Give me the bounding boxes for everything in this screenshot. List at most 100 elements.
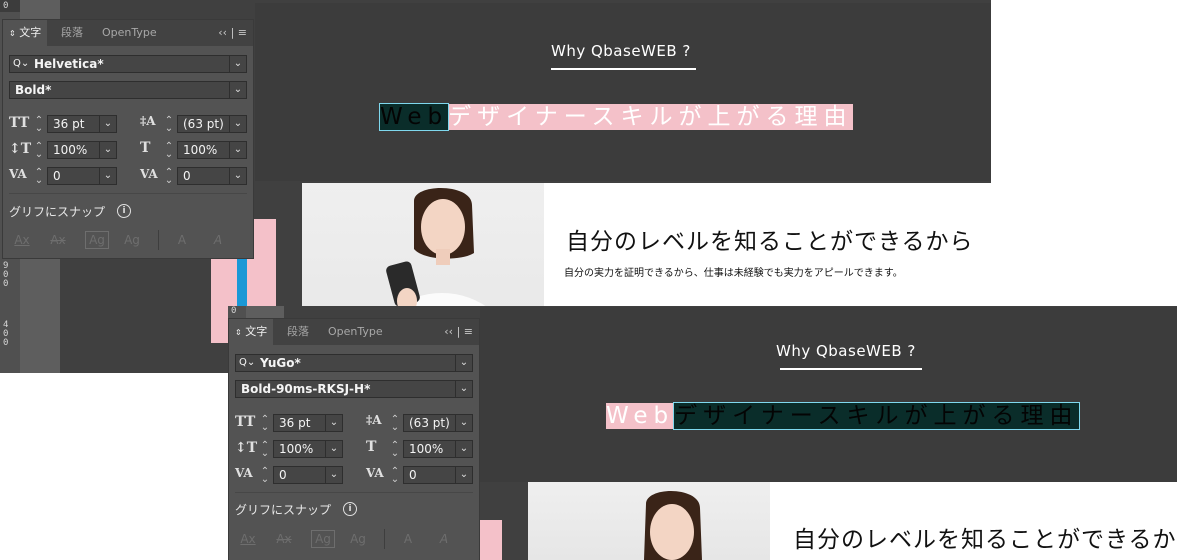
stepper-icon[interactable]: ⌃ ⌄	[390, 467, 400, 485]
tab-character-label: 文字	[245, 325, 268, 338]
artboard-header	[480, 307, 1177, 482]
snap-to-glyph-label: グリフにスナップ	[235, 503, 332, 517]
chevron-down-icon[interactable]: ⌄	[99, 142, 116, 158]
angular-guides-icon[interactable]: A	[171, 231, 193, 249]
chevron-down-icon[interactable]: ⌄	[455, 415, 472, 431]
chevron-down-icon[interactable]: ⌄	[325, 441, 342, 457]
font-family-value: Helvetica*	[34, 57, 104, 71]
divider	[9, 193, 247, 194]
font-style-field[interactable]: Bold-90ms-RKSJ-H* ⌄	[235, 380, 473, 398]
stepper-icon[interactable]: ⌃ ⌄	[260, 467, 270, 485]
angular-guides-icon[interactable]: A	[397, 530, 419, 548]
chevron-down-icon[interactable]: ⌄	[99, 168, 116, 184]
kerning-icon: VA	[9, 167, 27, 181]
stepper-icon[interactable]: ⌃ ⌄	[34, 116, 44, 134]
font-family-field[interactable]: Q⌄ Helvetica* ⌄	[9, 55, 247, 73]
stepper-icon[interactable]: ⌃ ⌄	[390, 441, 400, 459]
collapse-icon[interactable]: ‹‹	[218, 26, 227, 39]
tab-opentype[interactable]: OpenType	[328, 319, 383, 345]
chevron-down-icon[interactable]: ⌄	[455, 355, 472, 371]
level-description: 自分の実力を証明できるから、仕事は未経験でも実力をアピールできます。	[564, 268, 903, 279]
vertical-scale-field[interactable]: 100% ⌄	[273, 440, 343, 458]
vertical-scale-icon: ↕T	[9, 141, 32, 157]
tab-character[interactable]: ⇕ 文字	[3, 20, 48, 46]
glyph-baseline-icon[interactable]: Ax	[11, 231, 33, 249]
headline-segment-selected[interactable]: Web	[378, 103, 450, 131]
stepper-icon[interactable]: ⌃ ⌄	[390, 415, 400, 433]
horizontal-scale-icon: T	[140, 140, 151, 156]
kerning-field[interactable]: 0 ⌄	[273, 466, 343, 484]
stepper-icon[interactable]: ⌃ ⌄	[164, 142, 174, 160]
kerning-field[interactable]: 0 ⌄	[47, 167, 117, 185]
glyph-baseline-icon[interactable]: Ax	[237, 530, 259, 548]
stepper-icon[interactable]: ⌃ ⌄	[164, 168, 174, 186]
tab-paragraph[interactable]: 段落	[61, 20, 83, 46]
divider	[235, 492, 473, 493]
leading-field[interactable]: (63 pt) ⌄	[403, 414, 473, 432]
separator	[158, 230, 159, 250]
stepper-icon[interactable]: ⌃ ⌄	[34, 168, 44, 186]
panel-controls: ‹‹ | ≡	[218, 26, 247, 39]
font-size-field[interactable]: 36 pt ⌄	[47, 115, 117, 133]
chevron-down-icon[interactable]: ⌄	[229, 168, 246, 184]
chevron-down-icon[interactable]: ⌄	[455, 441, 472, 457]
search-icon: Q⌄	[239, 357, 256, 368]
anchor-point-icon[interactable]: A	[207, 231, 229, 249]
info-icon[interactable]: i	[343, 502, 357, 516]
chevron-down-icon[interactable]: ⌄	[455, 381, 472, 397]
horizontal-scale-icon: T	[366, 439, 377, 455]
tab-paragraph[interactable]: 段落	[287, 319, 309, 345]
chevron-down-icon[interactable]: ⌄	[455, 467, 472, 483]
stepper-icon[interactable]: ⌃ ⌄	[260, 415, 270, 433]
chevron-down-icon[interactable]: ⌄	[325, 467, 342, 483]
glyph-xheight-icon[interactable]: Ax	[47, 231, 69, 249]
why-underline	[551, 68, 696, 70]
headline-text[interactable]: Webデザイナースキルが上がる理由	[606, 400, 1080, 432]
tracking-field[interactable]: 0 ⌄	[177, 167, 247, 185]
glyph-xheight-icon[interactable]: Ax	[273, 530, 295, 548]
proximity-guides-icon[interactable]: Ag	[347, 530, 369, 548]
glyph-bounds-icon[interactable]: Ag	[85, 231, 109, 249]
panel-menu-icon[interactable]: ≡	[464, 325, 473, 338]
stepper-icon[interactable]: ⌃ ⌄	[34, 142, 44, 160]
info-icon[interactable]: i	[117, 204, 131, 218]
collapse-icon[interactable]: ‹‹	[444, 325, 453, 338]
stepper-icon[interactable]: ⌃ ⌄	[164, 116, 174, 134]
separator	[384, 529, 385, 549]
ruler-number: 9 0 0	[3, 261, 9, 289]
headline-segment[interactable]: デザイナースキルが上がる理由	[448, 104, 853, 130]
chevron-down-icon[interactable]: ⌄	[229, 82, 246, 98]
glyph-bounds-icon[interactable]: Ag	[311, 530, 335, 548]
font-style-value: Bold*	[15, 83, 52, 97]
proximity-guides-icon[interactable]: Ag	[121, 231, 143, 249]
ruler-number: 4 0 0	[3, 320, 9, 348]
font-style-field[interactable]: Bold* ⌄	[9, 81, 247, 99]
tab-character-label: 文字	[19, 26, 42, 39]
search-icon: Q⌄	[13, 58, 30, 69]
chevron-down-icon[interactable]: ⌄	[99, 116, 116, 132]
headline-text[interactable]: Webデザイナースキルが上がる理由	[378, 101, 853, 133]
woman-portrait-icon	[644, 490, 702, 560]
font-size-field[interactable]: 36 pt ⌄	[273, 414, 343, 432]
tab-character[interactable]: ⇕ 文字	[229, 319, 274, 345]
chevron-down-icon[interactable]: ⌄	[229, 56, 246, 72]
chevron-down-icon[interactable]: ⌄	[325, 415, 342, 431]
tracking-field[interactable]: 0 ⌄	[403, 466, 473, 484]
anchor-point-icon[interactable]: A	[433, 530, 455, 548]
headline-segment[interactable]: Web	[606, 403, 675, 429]
chevron-down-icon[interactable]: ⌄	[229, 142, 246, 158]
headline-segment-selected[interactable]: デザイナースキルが上がる理由	[673, 402, 1080, 430]
why-underline	[780, 368, 922, 370]
horizontal-scale-field[interactable]: 100% ⌄	[403, 440, 473, 458]
tab-opentype[interactable]: OpenType	[102, 20, 157, 46]
font-family-field[interactable]: Q⌄ YuGo* ⌄	[235, 354, 473, 372]
leading-icon: ‡A	[140, 114, 156, 128]
vertical-scale-field[interactable]: 100% ⌄	[47, 141, 117, 159]
panel-menu-icon[interactable]: ≡	[238, 26, 247, 39]
stepper-icon[interactable]: ⌃ ⌄	[260, 441, 270, 459]
leading-field[interactable]: (63 pt) ⌄	[177, 115, 247, 133]
level-title: 自分のレベルを知ることができるか	[793, 527, 1177, 553]
chevron-down-icon[interactable]: ⌄	[229, 116, 246, 132]
snap-to-glyph-label: グリフにスナップ	[9, 205, 106, 219]
horizontal-scale-field[interactable]: 100% ⌄	[177, 141, 247, 159]
